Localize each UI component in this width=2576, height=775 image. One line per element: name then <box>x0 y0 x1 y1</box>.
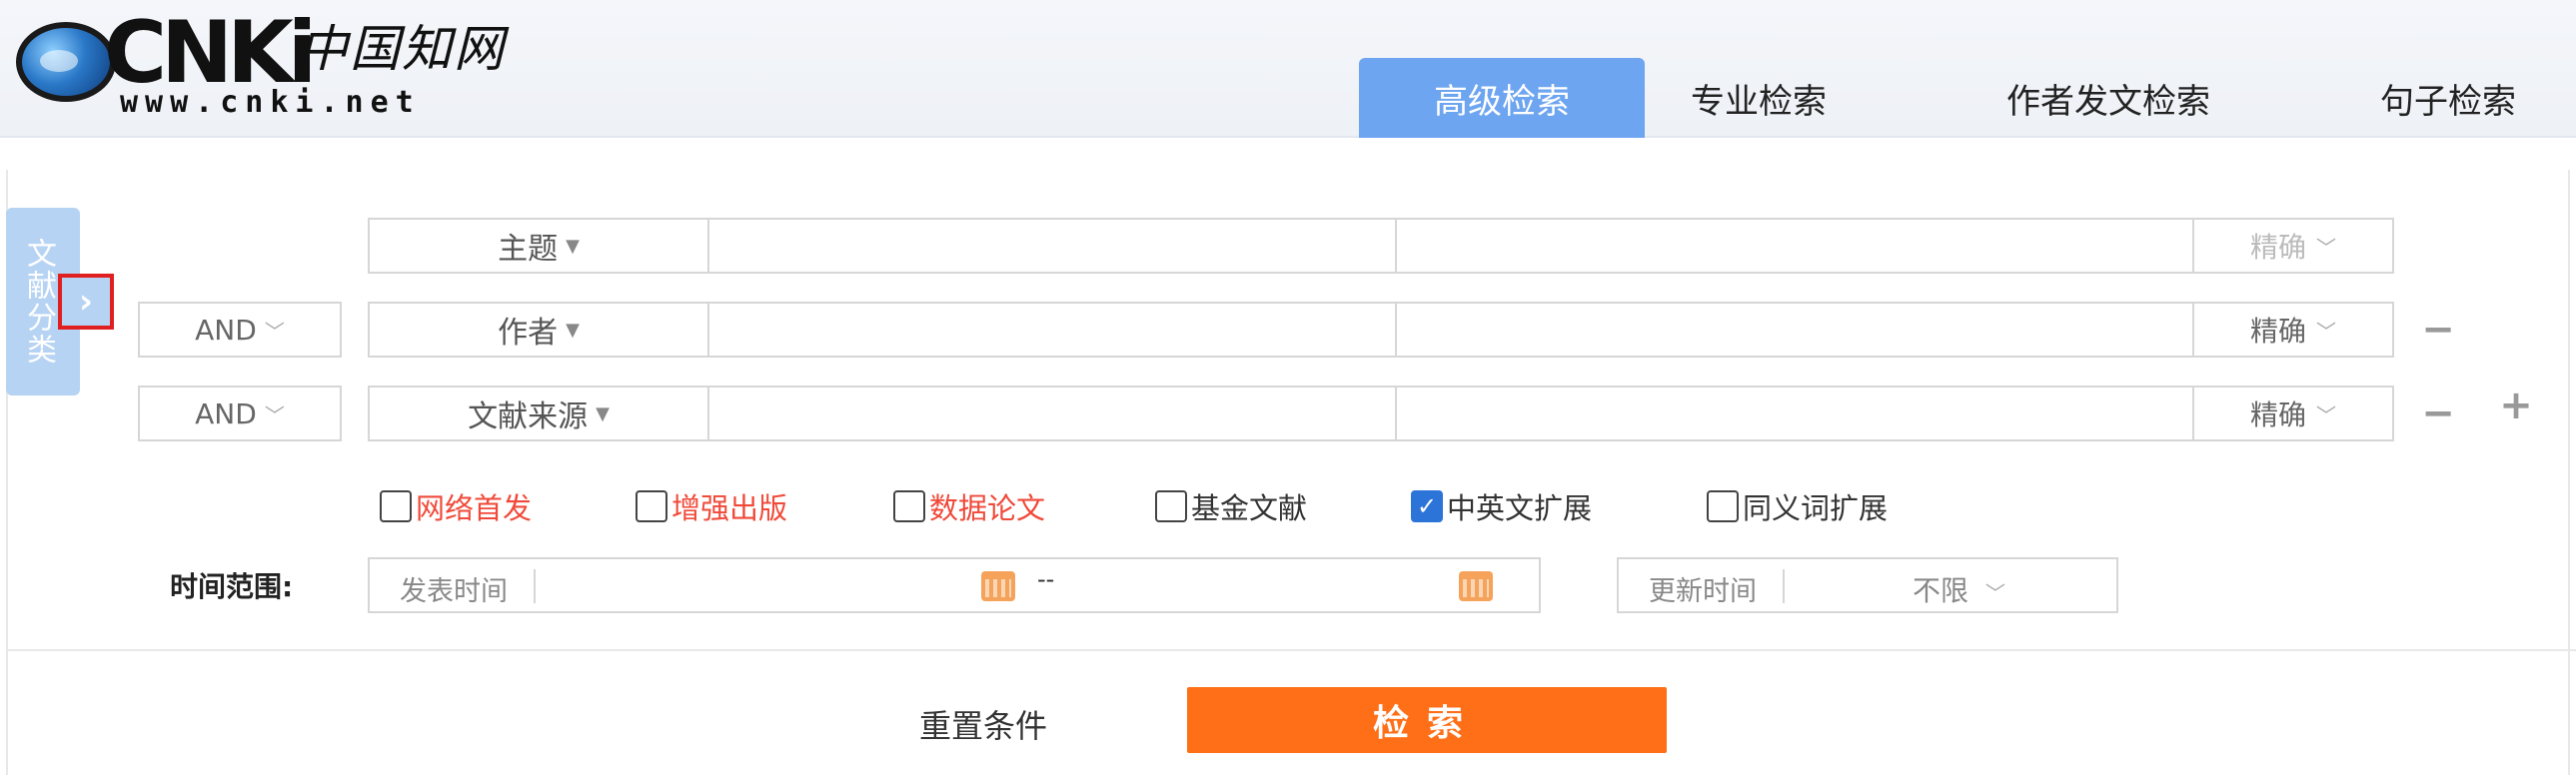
match-label: 精确 <box>2249 231 2306 264</box>
caret-down-icon: ▼ <box>566 235 580 257</box>
calendar-icon[interactable] <box>981 571 1015 601</box>
logic-select-3[interactable]: AND ﹀ <box>138 386 342 441</box>
logic-select-2[interactable]: AND ﹀ <box>138 302 342 358</box>
expand-category-button[interactable]: › <box>58 274 114 330</box>
chevron-down-icon: ﹀ <box>2316 235 2336 260</box>
field-type-select-2[interactable]: 作者 ▼ <box>370 304 709 356</box>
start-date-input[interactable] <box>580 565 979 605</box>
publish-date-range: 发表时间 -- <box>368 557 1541 613</box>
match-select-2[interactable]: 精确 ﹀ <box>2192 304 2392 356</box>
match-select-3[interactable]: 精确 ﹀ <box>2192 388 2392 439</box>
match-label: 精确 <box>2249 398 2306 431</box>
checkbox-box-checked[interactable]: ✓ <box>1411 490 1443 522</box>
field-type-label: 作者 <box>498 316 559 351</box>
field-box-3: 文献来源 ▼ <box>368 386 1397 441</box>
chevron-down-icon: ﹀ <box>264 319 285 344</box>
caret-down-icon: ▼ <box>566 319 580 341</box>
checkbox-box[interactable] <box>1155 490 1187 522</box>
cnki-logo[interactable]: CNKi 中国知网 www.cnki.net <box>16 10 536 120</box>
checkbox-synonym-extension[interactable]: 同义词扩展 <box>1707 485 1888 527</box>
chevron-down-icon: ﹀ <box>2316 319 2336 344</box>
caret-down-icon: ▼ <box>596 402 610 424</box>
tab-advanced-search[interactable]: 高级检索 <box>1359 58 1645 138</box>
checkbox-online-first[interactable]: 网络首发 <box>380 485 532 527</box>
tab-author-search[interactable]: 作者发文检索 <box>1978 58 2238 138</box>
logo-brand: CNKi <box>104 3 317 103</box>
publish-date-label: 发表时间 <box>400 569 536 607</box>
field-extend-1[interactable]: 精确 ﹀ <box>1397 218 2394 274</box>
search-button[interactable]: 检索 <box>1187 687 1667 753</box>
date-range-separator: -- <box>1037 565 1055 593</box>
remove-row-icon[interactable]: − <box>2418 310 2458 350</box>
field-box-2: 作者 ▼ <box>368 302 1397 358</box>
chevron-down-icon: ﹀ <box>2316 402 2336 427</box>
divider <box>8 649 2576 651</box>
logo-url: www.cnki.net <box>120 85 421 120</box>
update-time-select[interactable]: 更新时间 不限 ﹀ <box>1617 557 2118 613</box>
checkbox-fund-literature[interactable]: 基金文献 <box>1155 485 1307 527</box>
update-time-value[interactable]: 不限 ﹀ <box>1913 569 2005 609</box>
search-input-3[interactable] <box>713 391 1389 435</box>
field-type-label: 文献来源 <box>468 399 589 434</box>
field-extend-3[interactable]: 精确 ﹀ <box>1397 386 2394 441</box>
checkbox-box[interactable] <box>1707 490 1739 522</box>
update-time-label: 更新时间 <box>1649 569 1785 607</box>
logic-label: AND <box>195 313 257 347</box>
checkbox-label: 中英文扩展 <box>1447 491 1593 525</box>
field-type-select-1[interactable]: 主题 ▼ <box>370 220 709 272</box>
checkbox-enhanced-publishing[interactable]: 增强出版 <box>636 485 787 527</box>
tab-professional-search[interactable]: 专业检索 <box>1669 58 1849 138</box>
field-type-select-3[interactable]: 文献来源 ▼ <box>370 388 709 439</box>
checkbox-label: 基金文献 <box>1191 491 1308 525</box>
logo-cn-name: 中国知网 <box>298 20 506 78</box>
search-input-2[interactable] <box>713 308 1389 352</box>
globe-icon <box>16 22 116 102</box>
chevron-down-icon: ﹀ <box>1984 581 2005 605</box>
time-range-label: 时间范围: <box>170 570 294 603</box>
match-label: 精确 <box>2249 315 2306 348</box>
logic-label: AND <box>195 396 257 430</box>
checkbox-box[interactable] <box>380 490 412 522</box>
calendar-icon[interactable] <box>1459 571 1493 601</box>
chevron-down-icon: ﹀ <box>264 402 285 427</box>
end-date-input[interactable] <box>1081 565 1481 605</box>
checkbox-label: 同义词扩展 <box>1743 491 1889 525</box>
update-time-value-text: 不限 <box>1913 574 1969 607</box>
remove-row-icon[interactable]: − <box>2418 393 2458 433</box>
checkbox-cn-en-extension[interactable]: ✓ 中英文扩展 <box>1411 485 1592 527</box>
tab-sentence-search[interactable]: 句子检索 <box>2348 58 2548 138</box>
checkbox-box[interactable] <box>893 490 925 522</box>
checkbox-label: 网络首发 <box>416 491 533 525</box>
chevron-right-icon: › <box>78 282 93 322</box>
header: CNKi 中国知网 www.cnki.net 高级检索 专业检索 作者发文检索 … <box>0 0 2576 138</box>
field-extend-2[interactable]: 精确 ﹀ <box>1397 302 2394 358</box>
match-select-1[interactable]: 精确 ﹀ <box>2192 220 2392 272</box>
reset-conditions-link[interactable]: 重置条件 <box>919 701 1047 747</box>
checkbox-data-paper[interactable]: 数据论文 <box>893 485 1045 527</box>
search-input-1[interactable] <box>713 224 1389 268</box>
add-row-icon[interactable]: + <box>2496 386 2536 425</box>
field-box-1: 主题 ▼ <box>368 218 1397 274</box>
field-type-label: 主题 <box>498 232 559 267</box>
checkbox-box[interactable] <box>636 490 667 522</box>
checkbox-label: 增强出版 <box>671 491 788 525</box>
category-label: 文献分类 <box>21 238 56 366</box>
checkbox-label: 数据论文 <box>929 491 1046 525</box>
